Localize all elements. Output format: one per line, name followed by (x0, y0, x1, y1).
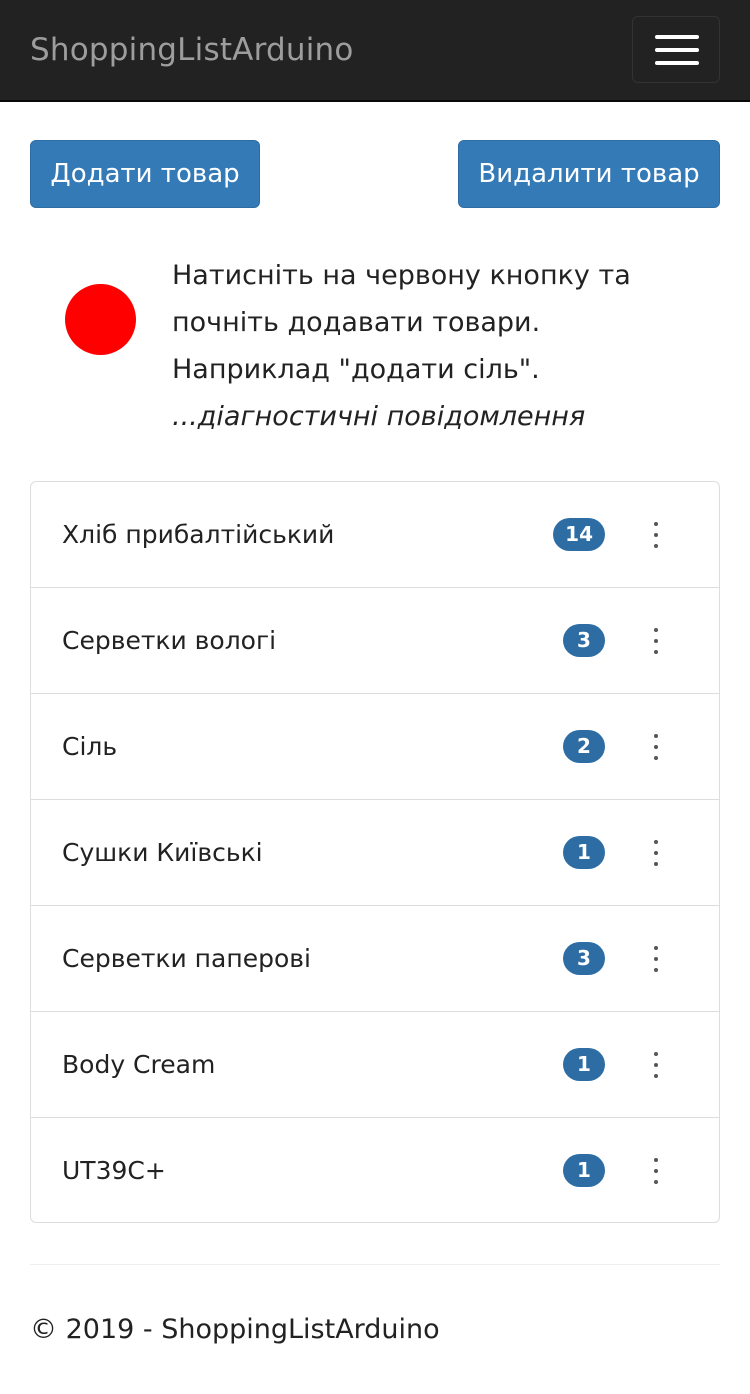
more-options-icon[interactable] (643, 1048, 669, 1082)
instruction-line: почніть додавати товари. (172, 307, 541, 338)
add-item-button[interactable]: Додати товар (30, 140, 260, 208)
more-options-icon[interactable] (643, 836, 669, 870)
list-item[interactable]: Серветки паперові 3 (31, 906, 719, 1012)
item-count-badge: 1 (563, 1048, 605, 1081)
list-item[interactable]: Серветки вологі 3 (31, 588, 719, 694)
item-count-badge: 2 (563, 730, 605, 763)
list-item[interactable]: Body Cream 1 (31, 1012, 719, 1118)
item-count-badge: 1 (563, 836, 605, 869)
navbar: ShoppingListArduino (0, 0, 750, 102)
more-options-icon[interactable] (643, 518, 669, 552)
item-name: Сіль (62, 732, 118, 761)
item-count-badge: 1 (563, 1154, 605, 1187)
instructions-text: Натисніть на червону кнопку та почніть д… (172, 252, 732, 440)
diagnostics-message: ...діагностичні повідомлення (172, 401, 586, 432)
brand-link[interactable]: ShoppingListArduino (30, 28, 354, 72)
item-name: Body Cream (62, 1050, 216, 1079)
instruction-line: Натисніть на червону кнопку та (172, 260, 631, 291)
item-name: Серветки вологі (62, 626, 277, 655)
list-item[interactable]: UT39C+ 1 (31, 1118, 719, 1222)
more-options-icon[interactable] (643, 1154, 669, 1188)
menu-toggle-button[interactable] (632, 16, 720, 83)
item-name: Серветки паперові (62, 944, 311, 973)
remove-item-button[interactable]: Видалити товар (458, 140, 720, 208)
list-item[interactable]: Сушки Київські 1 (31, 800, 719, 906)
item-name: UT39C+ (62, 1156, 166, 1185)
instruction-line: Наприклад "додати сіль". (172, 354, 540, 385)
item-name: Хліб прибалтійський (62, 520, 335, 549)
more-options-icon[interactable] (643, 942, 669, 976)
list-item[interactable]: Хліб прибалтійський 14 (31, 482, 719, 588)
item-count-badge: 3 (563, 942, 605, 975)
footer-divider (30, 1264, 720, 1265)
shopping-list: Хліб прибалтійський 14 Серветки вологі 3… (30, 481, 720, 1223)
item-count-badge: 3 (563, 624, 605, 657)
record-button-icon[interactable] (65, 284, 136, 355)
item-count-badge: 14 (553, 518, 605, 551)
more-options-icon[interactable] (643, 624, 669, 658)
footer-copyright: © 2019 - ShoppingListArduino (30, 1314, 440, 1345)
more-options-icon[interactable] (643, 730, 669, 764)
list-item[interactable]: Сіль 2 (31, 694, 719, 800)
item-name: Сушки Київські (62, 838, 263, 867)
